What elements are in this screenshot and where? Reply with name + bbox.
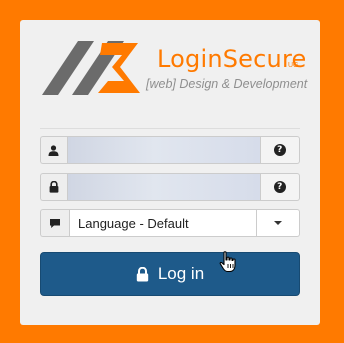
logo-mark-icon <box>42 41 140 95</box>
hand-pointer-cursor-icon <box>219 251 236 273</box>
caret-down-icon <box>274 221 282 225</box>
password-row: ? <box>40 173 300 201</box>
user-icon <box>40 136 67 164</box>
login-button[interactable]: Log in <box>40 252 300 296</box>
login-panel: LoginSecure UG [web] Design & Developmen… <box>20 20 320 325</box>
divider <box>40 128 300 129</box>
language-row: Language - Default <box>40 209 300 237</box>
password-input[interactable] <box>66 173 261 201</box>
password-help-button[interactable]: ? <box>260 173 300 201</box>
login-button-label: Log in <box>157 264 205 283</box>
language-dropdown-button[interactable] <box>257 209 300 237</box>
question-circle-icon: ? <box>273 181 286 193</box>
username-help-button[interactable]: ? <box>260 136 300 164</box>
comment-icon <box>40 209 69 237</box>
brand-suffix: UG <box>288 62 299 69</box>
lock-icon <box>136 266 149 281</box>
language-select[interactable]: Language - Default <box>69 209 257 237</box>
brand-name: LoginSecure <box>157 45 307 73</box>
logo: LoginSecure UG [web] Design & Developmen… <box>42 39 308 97</box>
username-row: ? <box>40 136 300 164</box>
username-input[interactable] <box>66 136 261 164</box>
question-circle-icon: ? <box>273 144 286 156</box>
brand-tagline: [web] Design & Development <box>146 77 308 91</box>
lock-icon <box>40 173 67 201</box>
